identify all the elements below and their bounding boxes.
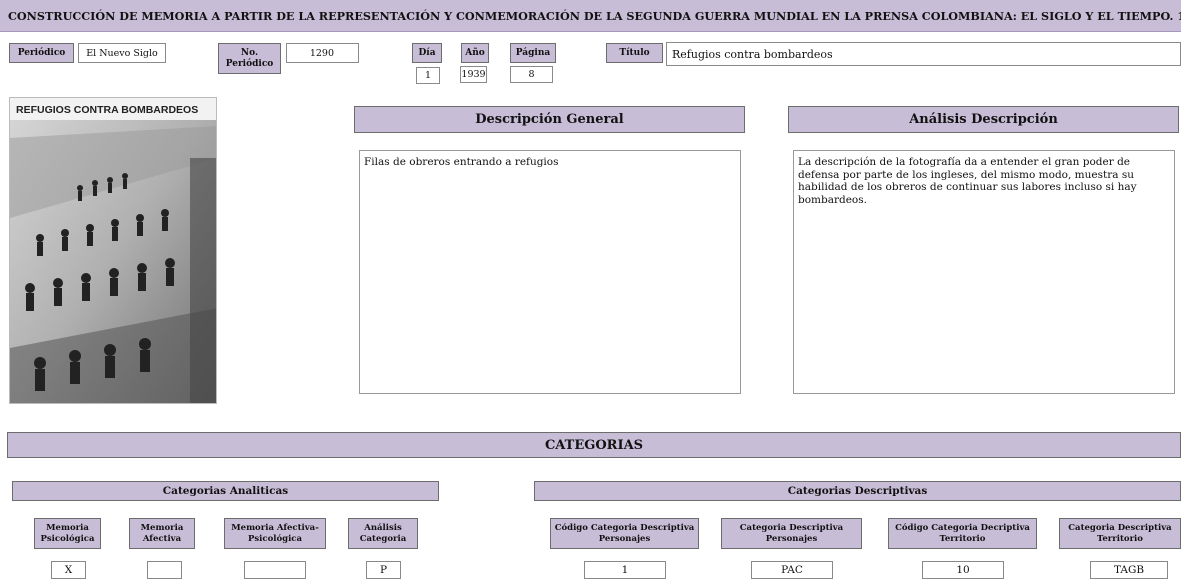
memoria-afectiva-psicologica-field[interactable] [244,561,306,579]
analisis-categoria-field[interactable]: P [366,561,401,579]
categoria-personajes-label: Categoria Descriptiva Personajes [721,518,862,549]
periodico-field[interactable]: El Nuevo Siglo [78,43,166,63]
no-periodico-label: No. Periódico [218,43,281,74]
analisis-categoria-label: Análisis Categoria [348,518,418,549]
descripcion-general-textarea[interactable]: Filas de obreros entrando a refugios [359,150,741,394]
titulo-label: Título [606,43,663,63]
codigo-categoria-personajes-field[interactable]: 1 [584,561,666,579]
periodico-label: Periódico [9,43,74,63]
categoria-personajes-field[interactable]: PAC [751,561,833,579]
analisis-descripcion-textarea[interactable]: La descripción de la fotografía da a ent… [793,150,1175,394]
analisis-descripcion-heading: Análisis Descripción [788,106,1179,133]
titulo-field[interactable]: Refugios contra bombardeos [666,42,1181,66]
pagina-field[interactable]: 8 [510,66,553,83]
page-banner-title: CONSTRUCCIÓN DE MEMORIA A PARTIR DE LA R… [0,0,1181,32]
codigo-categoria-territorio-field[interactable]: 10 [922,561,1004,579]
ano-field[interactable]: 1939 [460,66,487,83]
memoria-psicologica-field[interactable]: X [51,561,86,579]
newspaper-photo: REFUGIOS CONTRA BOMBARDEOS [9,97,217,404]
dia-label: Día [412,43,442,63]
photo-caption: REFUGIOS CONTRA BOMBARDEOS [16,104,198,116]
codigo-categoria-personajes-label: Código Categoria Descriptiva Personajes [550,518,699,549]
dia-field[interactable]: 1 [416,67,440,84]
memoria-afectiva-label: Memoria Afectiva [129,518,195,549]
categoria-territorio-label: Categoria Descriptiva Territorio [1059,518,1181,549]
memoria-psicologica-label: Memoria Psicológica [34,518,101,549]
categoria-territorio-field[interactable]: TAGB [1090,561,1168,579]
memoria-afectiva-field[interactable] [147,561,182,579]
codigo-categoria-territorio-label: Código Categoria Decriptiva Territorio [888,518,1037,549]
categorias-heading: CATEGORIAS [7,432,1181,458]
ano-label: Año [461,43,489,63]
pagina-label: Página [510,43,556,63]
descripcion-general-heading: Descripción General [354,106,745,133]
no-periodico-field[interactable]: 1290 [286,43,359,63]
categorias-descriptivas-heading: Categorias Descriptivas [534,481,1181,501]
categorias-analiticas-heading: Categorias Analiticas [12,481,439,501]
memoria-afectiva-psicologica-label: Memoria Afectiva-Psicológica [224,518,326,549]
